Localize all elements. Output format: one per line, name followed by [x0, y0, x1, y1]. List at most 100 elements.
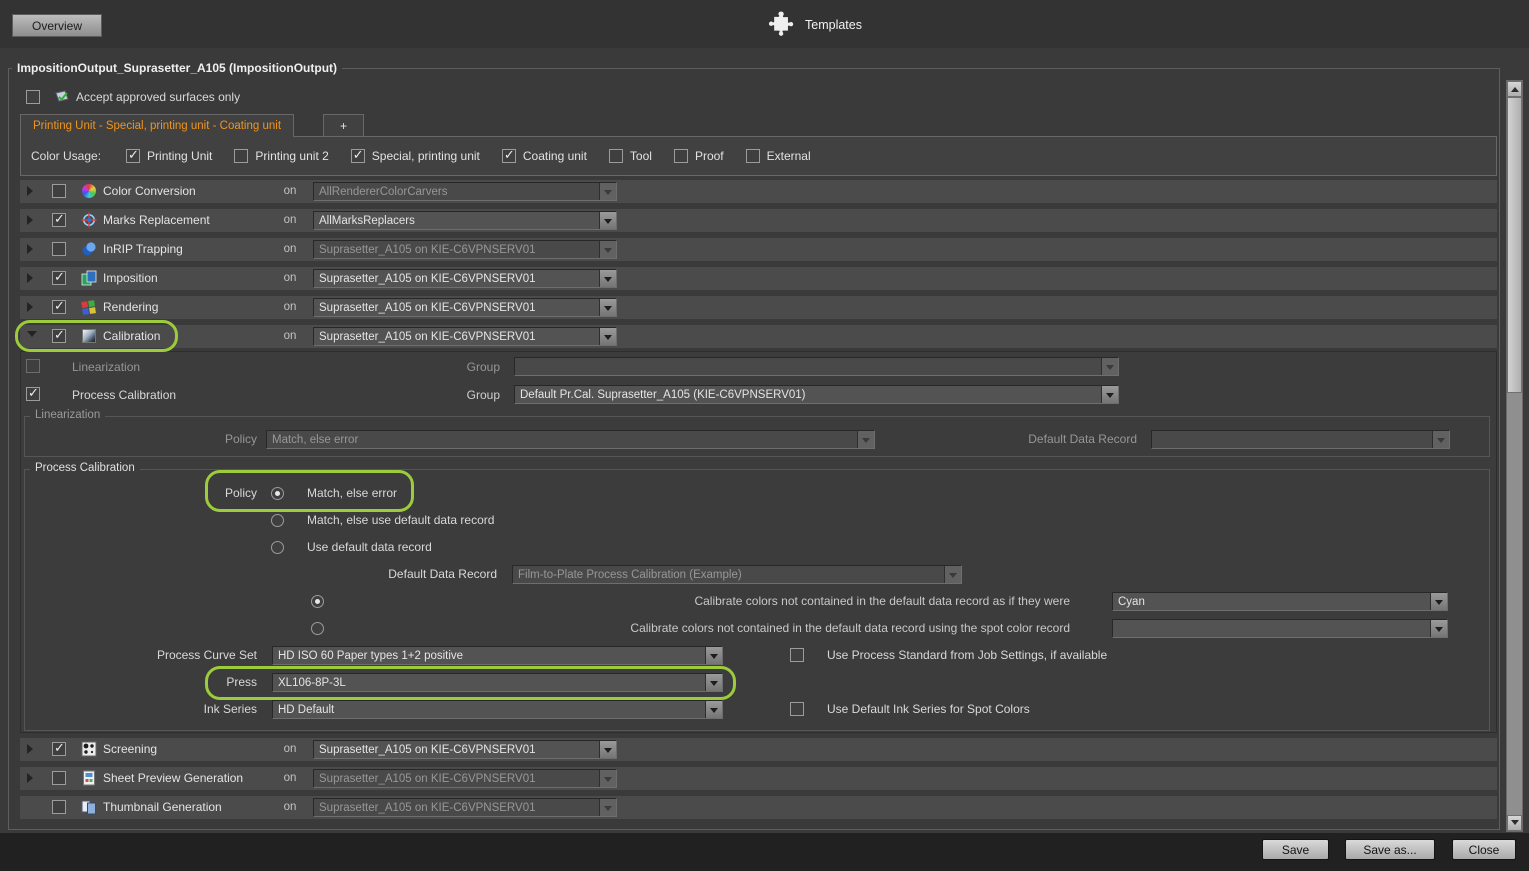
inrip-trapping-target-select[interactable]: Suprasetter_A105 on KIE-C6VPNSERV01	[313, 240, 617, 259]
calibrate-spot-record-radio[interactable]	[311, 622, 324, 635]
expander-icon[interactable]	[27, 215, 33, 225]
inrip-trapping-checkbox[interactable]	[52, 242, 66, 256]
usage-external-checkbox[interactable]	[745, 149, 760, 163]
calibrate-as-if-color-select[interactable]: Cyan	[1112, 592, 1448, 611]
expander-icon[interactable]	[27, 302, 33, 312]
screening-target-select[interactable]: Suprasetter_A105 on KIE-C6VPNSERV01	[313, 740, 617, 759]
policy-use-default-radio[interactable]	[271, 541, 284, 554]
select-value: Suprasetter_A105 on KIE-C6VPNSERV01	[319, 243, 536, 256]
process-calibration-checkbox[interactable]	[26, 385, 40, 401]
linearization-group-select[interactable]	[514, 357, 1119, 376]
step-label: Thumbnail Generation	[103, 800, 222, 814]
ink-series-select[interactable]: HD Default	[272, 700, 723, 719]
templates-header: Templates	[768, 9, 862, 40]
dropdown-arrow-icon[interactable]	[599, 183, 616, 200]
calibrate-as-if-radio[interactable]	[311, 595, 324, 608]
step-row-screening: Screening on Suprasetter_A105 on KIE-C6V…	[20, 738, 1497, 761]
select-value: Suprasetter_A105 on KIE-C6VPNSERV01	[319, 801, 536, 814]
overview-button[interactable]: Overview	[12, 14, 102, 37]
usage-printing-unit[interactable]: Printing Unit	[126, 147, 212, 163]
usage-printing-unit-2-checkbox[interactable]	[234, 149, 249, 163]
dropdown-arrow-icon[interactable]	[705, 647, 722, 664]
step-row-marks-replacement: Marks Replacement on AllMarksReplacers	[20, 209, 1497, 232]
expander-icon[interactable]	[27, 186, 33, 196]
vertical-scrollbar[interactable]	[1506, 80, 1523, 832]
tab-printing-unit-group[interactable]: Printing Unit - Special, printing unit -…	[20, 114, 295, 137]
process-curve-set-select[interactable]: HD ISO 60 Paper types 1+2 positive	[272, 646, 723, 665]
rendering-checkbox[interactable]	[52, 298, 66, 314]
accept-approved-checkbox[interactable]	[26, 90, 40, 104]
color-usage-box: Color Usage: Printing Unit Printing unit…	[20, 136, 1497, 176]
expander-icon[interactable]	[27, 744, 33, 754]
usage-external[interactable]: External	[745, 149, 811, 163]
sheet-preview-checkbox[interactable]	[52, 771, 66, 785]
imposition-target-select[interactable]: Suprasetter_A105 on KIE-C6VPNSERV01	[313, 269, 617, 288]
calibration-target-select[interactable]: Suprasetter_A105 on KIE-C6VPNSERV01	[313, 327, 617, 346]
usage-proof-checkbox[interactable]	[673, 149, 688, 163]
linearization-checkbox[interactable]	[26, 359, 40, 373]
scroll-down-button[interactable]	[1507, 815, 1522, 831]
policy-match-else-error-radio[interactable]	[271, 487, 284, 500]
usage-coating-unit-checkbox[interactable]	[501, 147, 516, 163]
scrollbar-thumb[interactable]	[1507, 97, 1522, 393]
dropdown-arrow-icon[interactable]	[1101, 358, 1118, 375]
use-default-ink-checkbox[interactable]	[790, 702, 804, 716]
dropdown-arrow-icon[interactable]	[599, 770, 616, 787]
dropdown-arrow-icon[interactable]	[599, 741, 616, 758]
policy-match-else-default-radio[interactable]	[271, 514, 284, 527]
use-process-standard-checkbox[interactable]	[790, 648, 804, 662]
dropdown-arrow-icon[interactable]	[857, 431, 874, 448]
process-default-data-record-select[interactable]: Film-to-Plate Process Calibration (Examp…	[512, 565, 962, 584]
calibration-checkbox[interactable]	[52, 327, 66, 343]
dropdown-arrow-icon[interactable]	[599, 328, 616, 345]
screening-checkbox[interactable]	[52, 740, 66, 756]
calibrate-spot-record-select[interactable]	[1112, 619, 1448, 638]
dropdown-arrow-icon[interactable]	[1101, 386, 1118, 403]
usage-printing-unit-2[interactable]: Printing unit 2	[234, 149, 329, 163]
expander-icon[interactable]	[27, 331, 37, 337]
usage-tool-checkbox[interactable]	[608, 149, 623, 163]
save-button[interactable]: Save	[1262, 839, 1329, 860]
usage-coating-unit[interactable]: Coating unit	[501, 147, 587, 163]
add-tab-button[interactable]: +	[323, 114, 364, 137]
expander-icon[interactable]	[27, 244, 33, 254]
save-as-button[interactable]: Save as...	[1345, 839, 1435, 860]
linearization-default-data-record-select[interactable]	[1151, 430, 1450, 449]
process-calibration-group-select[interactable]: Default Pr.Cal. Suprasetter_A105 (KIE-C6…	[514, 385, 1119, 404]
dropdown-arrow-icon[interactable]	[1432, 431, 1449, 448]
usage-special-printing-unit-checkbox[interactable]	[350, 147, 365, 163]
step-row-color-conversion: Color Conversion on AllRendererColorCarv…	[20, 180, 1497, 203]
usage-proof[interactable]: Proof	[673, 149, 724, 163]
dropdown-arrow-icon[interactable]	[599, 299, 616, 316]
scroll-up-button[interactable]	[1507, 81, 1522, 97]
press-select[interactable]: XL106-8P-3L	[272, 673, 723, 692]
color-conversion-target-select[interactable]: AllRendererColorCarvers	[313, 182, 617, 201]
step-row-inrip-trapping: InRIP Trapping on Suprasetter_A105 on KI…	[20, 238, 1497, 261]
dropdown-arrow-icon[interactable]	[705, 674, 722, 691]
close-button[interactable]: Close	[1452, 839, 1516, 860]
dropdown-arrow-icon[interactable]	[1430, 620, 1447, 637]
usage-tool[interactable]: Tool	[608, 149, 652, 163]
dropdown-arrow-icon[interactable]	[944, 566, 961, 583]
select-value: HD Default	[278, 703, 335, 716]
dropdown-arrow-icon[interactable]	[599, 212, 616, 229]
linearization-policy-select[interactable]: Match, else error	[266, 430, 875, 449]
rendering-target-select[interactable]: Suprasetter_A105 on KIE-C6VPNSERV01	[313, 298, 617, 317]
thumbnail-generation-target-select[interactable]: Suprasetter_A105 on KIE-C6VPNSERV01	[313, 798, 617, 817]
marks-replacement-checkbox[interactable]	[52, 211, 66, 227]
usage-special-printing-unit[interactable]: Special, printing unit	[350, 147, 480, 163]
imposition-icon	[81, 270, 97, 286]
marks-replacement-target-select[interactable]: AllMarksReplacers	[313, 211, 617, 230]
sheet-preview-target-select[interactable]: Suprasetter_A105 on KIE-C6VPNSERV01	[313, 769, 617, 788]
dropdown-arrow-icon[interactable]	[1430, 593, 1447, 610]
color-conversion-checkbox[interactable]	[52, 184, 66, 198]
thumbnail-generation-checkbox[interactable]	[52, 800, 66, 814]
expander-icon[interactable]	[27, 273, 33, 283]
expander-icon[interactable]	[27, 773, 33, 783]
dropdown-arrow-icon[interactable]	[599, 270, 616, 287]
imposition-checkbox[interactable]	[52, 269, 66, 285]
dropdown-arrow-icon[interactable]	[599, 241, 616, 258]
usage-printing-unit-checkbox[interactable]	[126, 147, 141, 163]
dropdown-arrow-icon[interactable]	[599, 799, 616, 816]
dropdown-arrow-icon[interactable]	[705, 701, 722, 718]
